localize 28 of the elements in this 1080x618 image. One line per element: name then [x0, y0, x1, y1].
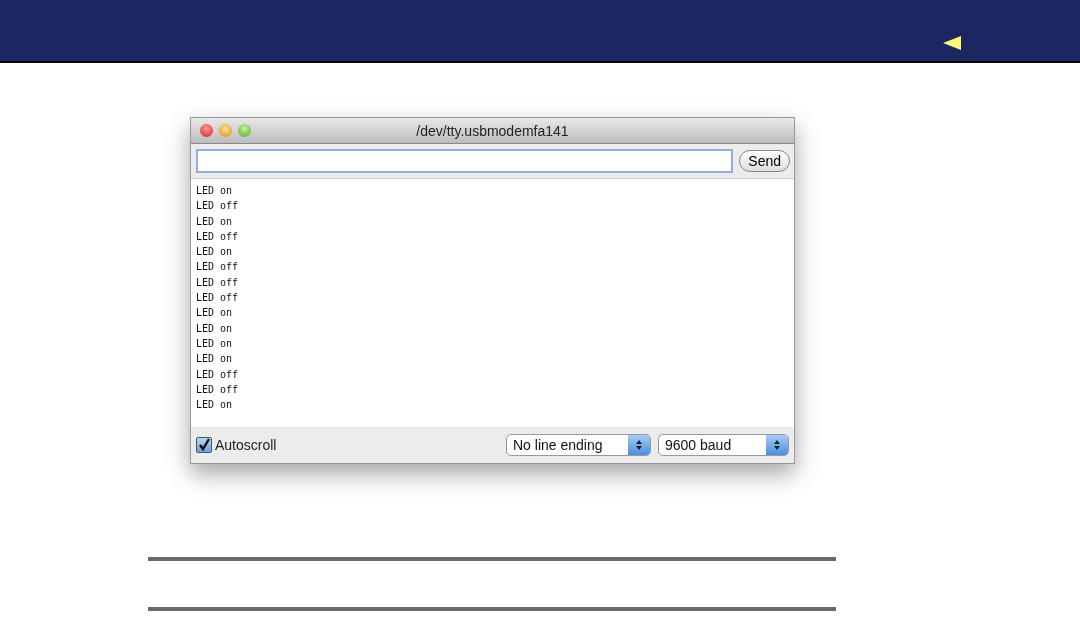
minimize-button[interactable] [219, 124, 232, 137]
log-line: LED off [196, 291, 240, 306]
up-down-arrows-icon [628, 435, 650, 455]
log-line: LED on [196, 398, 234, 413]
log-line: LED on [196, 214, 234, 229]
log-line: LED on [196, 245, 234, 260]
log-line: LED off [196, 199, 240, 214]
baud-rate-dropdown[interactable]: 9600 baud [658, 434, 789, 456]
log-line: LED on [196, 336, 234, 351]
back-arrow-icon[interactable] [943, 36, 961, 50]
up-down-arrows-icon [766, 435, 788, 455]
zoom-button[interactable] [238, 124, 251, 137]
log-line: LED off [196, 229, 240, 244]
autoscroll-checkbox[interactable] [196, 437, 212, 453]
log-line: LED on [196, 321, 234, 336]
input-field[interactable] [196, 149, 734, 173]
log-line: LED off [196, 275, 240, 290]
log-line: LED off [196, 260, 240, 275]
log-line: LED on [196, 184, 234, 198]
autoscroll-label: Autoscroll [215, 437, 277, 453]
log-line: LED on [196, 352, 234, 367]
log-line: LED off [196, 367, 240, 382]
window-title: /dev/tty.usbmodemfa141 [415, 122, 570, 139]
line-ending-dropdown[interactable]: No line ending [506, 434, 651, 456]
send-button[interactable]: Send [739, 150, 790, 172]
close-button[interactable] [200, 124, 213, 137]
log-line: LED off [196, 382, 240, 397]
log-line: LED on [196, 306, 234, 321]
